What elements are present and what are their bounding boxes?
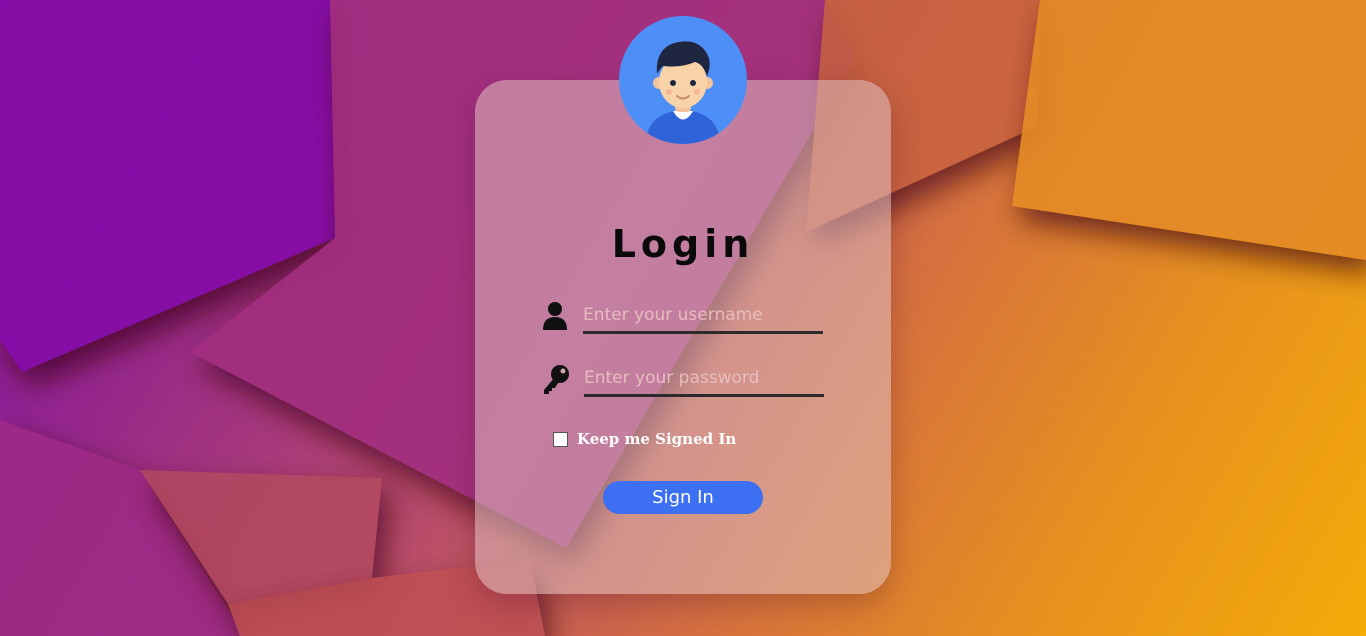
keep-signed-in[interactable]: Keep me Signed In (553, 428, 736, 450)
login-card (475, 80, 891, 594)
user-icon (541, 301, 571, 333)
username-field[interactable] (583, 301, 823, 334)
password-field[interactable] (584, 364, 824, 397)
page-title: Login (611, 222, 755, 266)
user-avatar-icon (619, 16, 747, 144)
keep-signed-in-label: Keep me Signed In (577, 430, 737, 448)
keep-signed-in-checkbox[interactable] (553, 431, 568, 447)
key-icon (541, 364, 571, 396)
username-input[interactable] (583, 301, 823, 329)
sign-in-button[interactable]: Sign In (603, 481, 763, 514)
password-input[interactable] (584, 364, 824, 392)
